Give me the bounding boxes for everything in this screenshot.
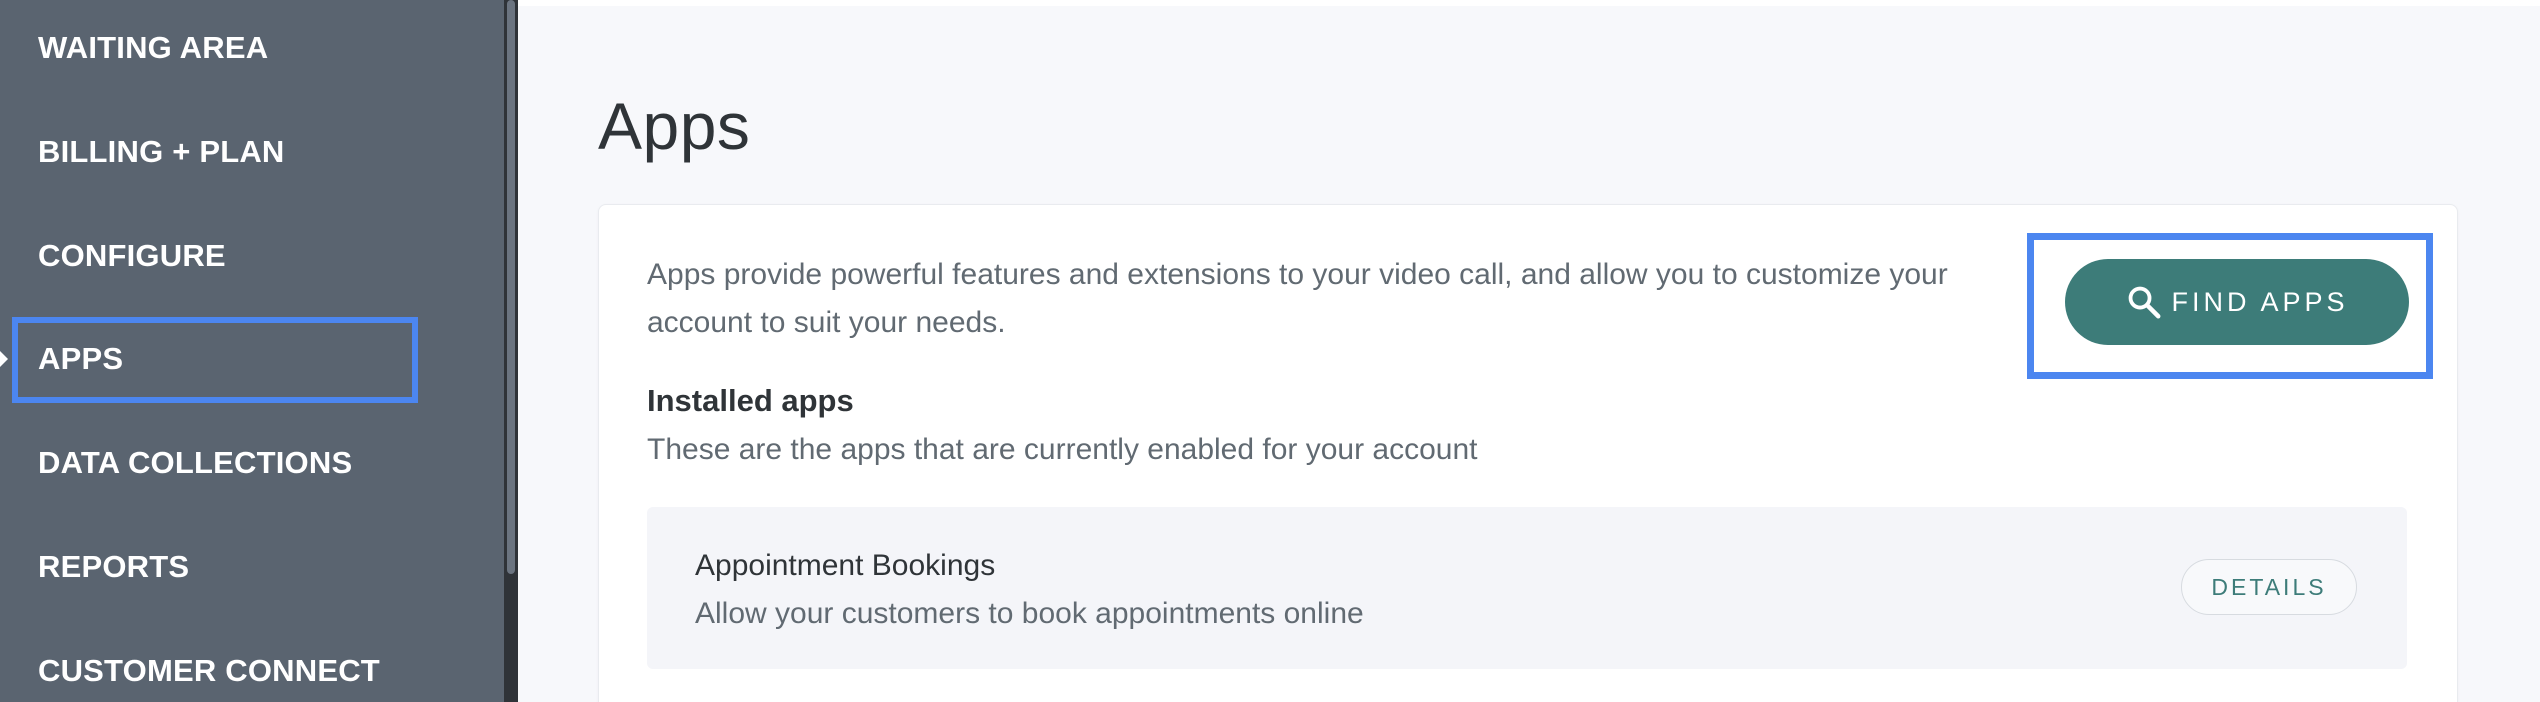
app-name: Appointment Bookings [695, 549, 996, 582]
sidebar-item-label: BILLING + PLAN [38, 134, 285, 169]
installed-apps-heading: Installed apps [647, 383, 854, 418]
search-icon [2129, 286, 2161, 319]
details-button[interactable]: DETAILS [2181, 559, 2357, 615]
apps-card: Apps provide powerful features and exten… [598, 204, 2458, 702]
sidebar-item-label: WAITING AREA [38, 30, 269, 65]
sidebar-item-reports[interactable]: REPORTS [0, 515, 504, 619]
sidebar-item-configure[interactable]: CONFIGURE [0, 204, 504, 308]
sidebar-item-label: REPORTS [38, 549, 190, 584]
sidebar-item-label: CUSTOMER CONNECT [38, 653, 380, 688]
page-title: Apps [598, 89, 751, 163]
sidebar-scrollbar-thumb[interactable] [507, 0, 515, 574]
sidebar-item-waiting-area[interactable]: WAITING AREA [0, 0, 504, 100]
sidebar-item-customer-connect[interactable]: CUSTOMER CONNECT [0, 619, 504, 702]
sidebar-item-label: CONFIGURE [38, 238, 226, 273]
sidebar: WAITING AREA BILLING + PLAN CONFIGURE AP… [0, 0, 518, 702]
sidebar-scrollbar[interactable] [504, 0, 518, 702]
sidebar-item-apps[interactable]: APPS [0, 307, 504, 411]
app-description: Allow your customers to book appointment… [695, 597, 1364, 630]
sidebar-item-billing-plan[interactable]: BILLING + PLAN [0, 100, 504, 204]
apps-description: Apps provide powerful features and exten… [647, 258, 1948, 339]
top-edge [518, 0, 2540, 6]
find-apps-label: FIND APPS [2171, 286, 2349, 317]
installed-apps-subtitle: These are the apps that are currently en… [647, 433, 1478, 466]
find-apps-button[interactable]: FIND APPS [2065, 259, 2409, 345]
sidebar-item-label: DATA COLLECTIONS [38, 445, 353, 480]
list-item: Appointment Bookings Allow your customer… [647, 507, 2407, 669]
main-content: Apps Apps provide powerful features and … [518, 0, 2540, 702]
caret-right-icon [0, 351, 8, 367]
sidebar-item-label: APPS [38, 341, 124, 376]
sidebar-item-data-collections[interactable]: DATA COLLECTIONS [0, 411, 504, 515]
